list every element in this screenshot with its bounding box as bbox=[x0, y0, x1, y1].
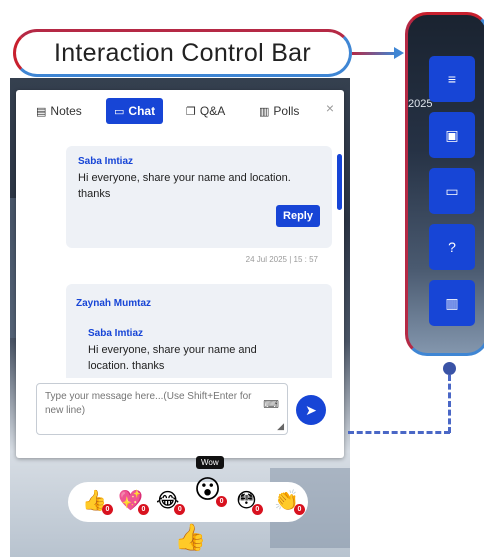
send-icon: ➤ bbox=[305, 401, 317, 418]
callout-arrow-line bbox=[352, 52, 396, 55]
video-background-text: 2025 bbox=[408, 98, 433, 110]
chat-icon: ▭ bbox=[114, 105, 125, 118]
menu-button[interactable]: ≡ bbox=[429, 56, 475, 102]
reaction-laugh[interactable]: 😂 0 bbox=[156, 488, 186, 515]
resize-handle-icon[interactable]: ◢ bbox=[277, 421, 284, 432]
chat-panel: ▤ Notes ▭ Chat ❐ Q&A ▥ Polls × Saba Imti… bbox=[16, 90, 344, 458]
callout-label: Interaction Control Bar bbox=[13, 29, 352, 77]
reaction-sad[interactable]: 😳 0 bbox=[236, 488, 263, 515]
quoted-author: Saba Imtiaz bbox=[88, 328, 144, 339]
notes-icon: ▤ bbox=[36, 105, 47, 118]
reaction-wow[interactable]: 😮 0 bbox=[194, 474, 228, 507]
message-timestamp: 24 Jul 2025 | 15 : 57 bbox=[245, 255, 318, 264]
polls-icon: ▥ bbox=[259, 105, 270, 118]
reaction-count: 0 bbox=[293, 504, 305, 515]
tab-qa[interactable]: ❐ Q&A bbox=[186, 98, 225, 124]
reaction-count: 0 bbox=[251, 504, 263, 515]
quoted-text-line: location. thanks bbox=[88, 360, 165, 372]
tab-chat[interactable]: ▭ Chat bbox=[106, 98, 164, 124]
question-button[interactable]: ? bbox=[429, 224, 475, 270]
notes-button[interactable]: ▣ bbox=[429, 112, 475, 158]
send-button[interactable]: ➤ bbox=[296, 395, 326, 425]
tab-label: Polls bbox=[273, 104, 300, 118]
reaction-count: 0 bbox=[137, 504, 149, 515]
tab-notes[interactable]: ▤ Notes bbox=[36, 98, 82, 124]
chat-icon: ▭ bbox=[445, 182, 459, 199]
message-author: Saba Imtiaz bbox=[78, 156, 134, 167]
qa-icon: ❐ bbox=[186, 105, 196, 118]
quoted-text-line: Hi everyone, share your name and bbox=[88, 344, 257, 356]
tab-label: Notes bbox=[50, 104, 82, 118]
notes-icon: ▣ bbox=[445, 126, 459, 143]
message-text-line: thanks bbox=[78, 188, 111, 200]
message-author: Zaynah Mumtaz bbox=[76, 298, 152, 309]
floating-like-icon: 👍 bbox=[174, 522, 207, 552]
question-icon: ? bbox=[448, 239, 456, 255]
message-text-line: Hi everyone, share your name and locatio… bbox=[78, 172, 291, 184]
message-composer: ⌨ ◢ bbox=[36, 383, 288, 435]
callout-text: Interaction Control Bar bbox=[53, 38, 312, 67]
reply-button[interactable]: Reply bbox=[276, 205, 320, 227]
reaction-count: 0 bbox=[101, 504, 113, 515]
message-item: Zaynah Mumtaz Saba Imtiaz Hi everyone, s… bbox=[66, 284, 332, 378]
tab-polls[interactable]: ▥ Polls bbox=[259, 98, 299, 124]
reaction-tooltip: Wow bbox=[196, 456, 224, 469]
tab-label: Chat bbox=[128, 104, 156, 118]
message-scrollbar[interactable] bbox=[337, 154, 342, 210]
reaction-clap[interactable]: 👏 0 bbox=[274, 488, 305, 515]
chat-button[interactable]: ▭ bbox=[429, 168, 475, 214]
message-text: Hi everyone, share your name and locatio… bbox=[78, 170, 318, 202]
close-icon[interactable]: × bbox=[326, 100, 334, 116]
message-item: Saba Imtiaz Hi everyone, share your name… bbox=[66, 146, 332, 248]
tab-label: Q&A bbox=[199, 104, 226, 118]
message-list: Saba Imtiaz Hi everyone, share your name… bbox=[28, 138, 334, 378]
reaction-love[interactable]: 💖 0 bbox=[118, 488, 149, 515]
connector-line bbox=[448, 375, 451, 433]
menu-icon: ≡ bbox=[447, 71, 457, 87]
quoted-text: Hi everyone, share your name and locatio… bbox=[88, 342, 318, 374]
polls-icon: ▥ bbox=[445, 294, 459, 311]
connector-line bbox=[348, 431, 450, 434]
stage: Interaction Control Bar 2025 ≡ ▣ ▭ ? ▥ ▤… bbox=[0, 0, 484, 557]
connector-dot bbox=[443, 362, 456, 375]
polls-button[interactable]: ▥ bbox=[429, 280, 475, 326]
reaction-like[interactable]: 👍 0 bbox=[82, 488, 113, 515]
interaction-control-bar: 2025 ≡ ▣ ▭ ? ▥ bbox=[405, 12, 484, 356]
panel-tabs: ▤ Notes ▭ Chat ❐ Q&A ▥ Polls × bbox=[16, 90, 344, 130]
callout-arrow-head bbox=[394, 47, 404, 59]
keyboard-icon[interactable]: ⌨ bbox=[263, 398, 279, 411]
message-input[interactable] bbox=[45, 390, 267, 428]
